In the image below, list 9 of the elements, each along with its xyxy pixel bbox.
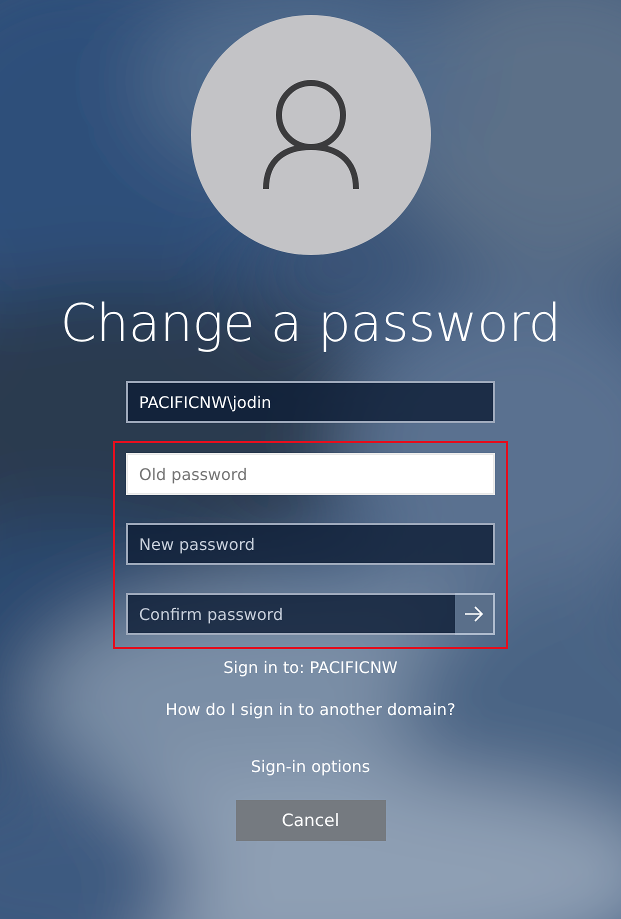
sign-in-domain-text: Sign in to: PACIFICNW <box>223 658 398 678</box>
other-domain-link[interactable]: How do I sign in to another domain? <box>166 700 456 720</box>
username-field[interactable]: PACIFICNW\jodin <box>126 381 495 424</box>
user-icon <box>260 79 360 191</box>
page-title: Change a password <box>60 293 561 356</box>
password-field[interactable]: Old password <box>126 453 495 496</box>
cancel-button[interactable]: Cancel <box>236 800 386 842</box>
password-field[interactable]: New password <box>126 523 495 566</box>
sign-in-options-link[interactable]: Sign-in options <box>250 757 370 776</box>
